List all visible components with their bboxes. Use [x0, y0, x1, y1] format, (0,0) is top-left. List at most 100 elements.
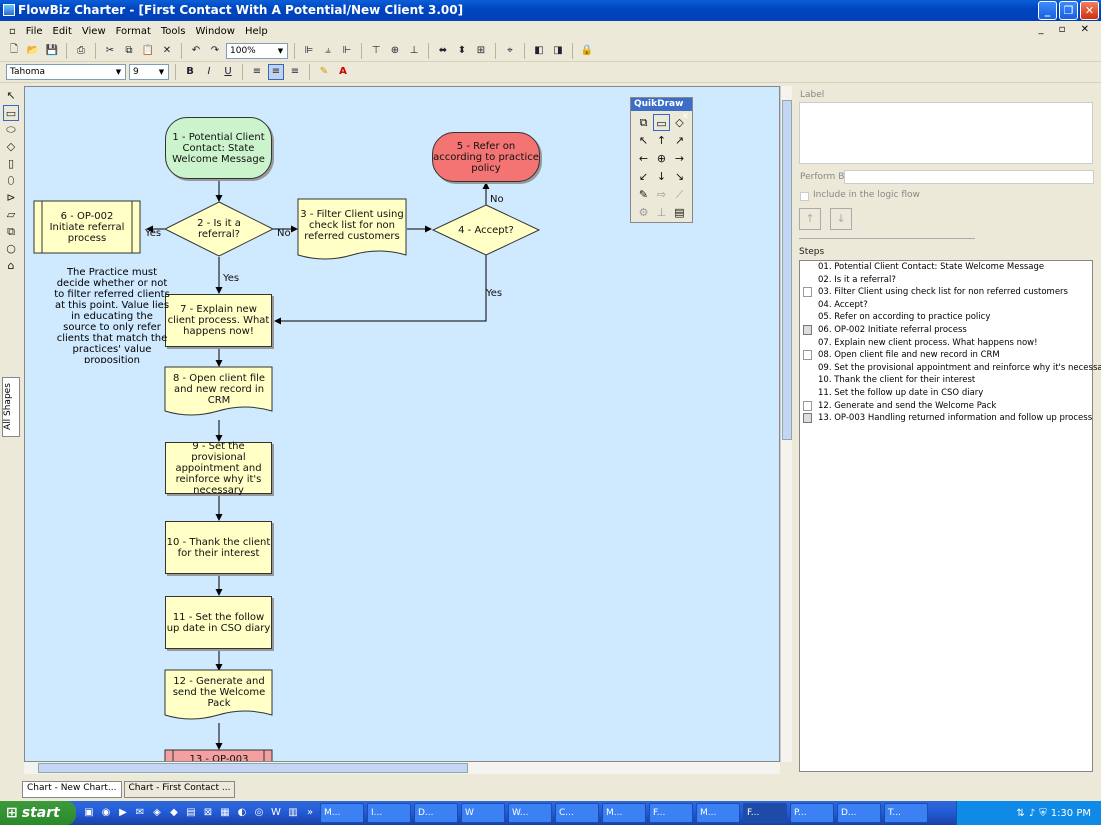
task-button[interactable]: T...	[884, 803, 928, 823]
redo-icon[interactable]: ↷	[207, 43, 223, 59]
zoom-select[interactable]: 100% ▼	[226, 42, 288, 59]
menu-tools[interactable]: Tools	[156, 26, 191, 37]
italic-icon[interactable]: I	[201, 64, 217, 80]
vertical-scroll-thumb[interactable]	[782, 100, 792, 440]
node-11-process[interactable]: 11 - Set the follow up date in CSO diary	[165, 596, 272, 649]
undo-icon[interactable]: ↶	[188, 43, 204, 59]
perform-by-field[interactable]	[844, 170, 1094, 184]
qd-arrow-sw-icon[interactable]: ↙	[635, 168, 652, 185]
step-item[interactable]: 09. Set the provisional appointment and …	[800, 362, 1101, 375]
bring-front-icon[interactable]: ◧	[531, 43, 547, 59]
ql-app7-icon[interactable]: ▥	[286, 806, 300, 820]
task-button[interactable]: M...	[602, 803, 646, 823]
vertical-scrollbar[interactable]	[780, 86, 792, 762]
same-height-icon[interactable]: ⬍	[454, 43, 470, 59]
save-icon[interactable]: 💾	[44, 43, 60, 59]
pointer-icon[interactable]: ↖	[3, 88, 19, 104]
task-button[interactable]: P...	[790, 803, 834, 823]
ql-expand-icon[interactable]: »	[303, 806, 317, 820]
all-shapes-tab[interactable]: All Shapes	[2, 377, 20, 437]
lock-icon[interactable]: 🔒	[579, 43, 595, 59]
task-button[interactable]: C...	[555, 803, 599, 823]
ql-app-icon[interactable]: ◈	[150, 806, 164, 820]
rectangle-shape-icon[interactable]: ▯	[3, 156, 19, 172]
task-button[interactable]: W	[461, 803, 505, 823]
ql-desktop-icon[interactable]: ▣	[82, 806, 96, 820]
align-middle-icon[interactable]: ⊕	[387, 43, 403, 59]
node-1-start[interactable]: 1 - Potential Client Contact: State Welc…	[165, 117, 272, 179]
menu-help[interactable]: Help	[240, 26, 273, 37]
tab-first-contact[interactable]: Chart - First Contact ...	[123, 781, 236, 798]
rounded-shape-icon[interactable]: ⬯	[3, 173, 19, 189]
ql-app3-icon[interactable]: ▤	[184, 806, 198, 820]
step-item[interactable]: 07. Explain new client process. What hap…	[800, 337, 1092, 350]
offpage-shape-icon[interactable]: ⌂	[3, 258, 19, 274]
include-checkbox[interactable]	[800, 192, 809, 201]
ql-browser-icon[interactable]: ◉	[99, 806, 113, 820]
minimize-button[interactable]: _	[1038, 1, 1057, 20]
node-8-document[interactable]: 8 - Open client file and new record in C…	[167, 372, 271, 406]
ql-app4-icon[interactable]: ▦	[218, 806, 232, 820]
node-9-process[interactable]: 9 - Set the provisional appointment and …	[165, 441, 272, 496]
step-item[interactable]: 10. Thank the client for their interest	[800, 374, 1092, 387]
qd-edit-icon[interactable]: ✎	[635, 186, 652, 203]
task-button[interactable]: F...	[649, 803, 693, 823]
horizontal-scrollbar[interactable]	[24, 762, 780, 774]
cut-icon[interactable]: ✂	[102, 43, 118, 59]
volume-icon[interactable]: ♪	[1029, 808, 1035, 819]
task-button[interactable]: M...	[320, 803, 364, 823]
ql-word-icon[interactable]: W	[269, 806, 283, 820]
move-down-button[interactable]: ↓	[830, 208, 852, 230]
multi-doc-shape-icon[interactable]: ⧉	[3, 224, 19, 240]
text-center-icon[interactable]: ≡	[268, 63, 284, 80]
qd-group-icon[interactable]: ⚙	[635, 204, 652, 221]
node-5-end[interactable]: 5 - Refer on according to practice polic…	[432, 132, 540, 182]
paste-icon[interactable]: 📋	[140, 43, 156, 59]
copy-icon[interactable]: ⧉	[121, 43, 137, 59]
open-icon[interactable]: 📂	[25, 43, 41, 59]
task-button[interactable]: I...	[367, 803, 411, 823]
decision-shape-icon[interactable]: ◇	[3, 139, 19, 155]
node-7-process[interactable]: 7 - Explain new client process. What hap…	[165, 294, 272, 347]
snap-icon[interactable]: ⌖	[502, 43, 518, 59]
qd-split-icon[interactable]: ⟋	[671, 186, 688, 203]
task-button[interactable]: W...	[508, 803, 552, 823]
task-button[interactable]: D...	[414, 803, 458, 823]
task-button[interactable]: M...	[696, 803, 740, 823]
qd-arrow-nw-icon[interactable]: ↖	[635, 132, 652, 149]
annotation-note[interactable]: The Practice must decide whether or not …	[53, 267, 171, 363]
ql-app2-icon[interactable]: ◆	[167, 806, 181, 820]
menu-window[interactable]: Window	[191, 26, 240, 37]
same-width-icon[interactable]: ⬌	[435, 43, 451, 59]
align-center-icon[interactable]: ⫨	[320, 43, 336, 59]
qd-arrow-e-icon[interactable]: →	[671, 150, 688, 167]
ql-excel-icon[interactable]: ⊠	[201, 806, 215, 820]
step-item[interactable]: 06. OP-002 Initiate referral process	[800, 324, 1092, 337]
restore-button[interactable]: ❐	[1059, 1, 1078, 20]
connector-shape-icon[interactable]: ○	[3, 241, 19, 257]
step-item[interactable]: 11. Set the follow up date in CSO diary	[800, 387, 1092, 400]
horizontal-scroll-thumb[interactable]	[38, 763, 468, 773]
menu-format[interactable]: Format	[111, 26, 156, 37]
print-icon[interactable]: ⎙	[73, 43, 89, 59]
qd-arrow-se-icon[interactable]: ↘	[671, 168, 688, 185]
menu-view[interactable]: View	[77, 26, 111, 37]
step-item[interactable]: 04. Accept?	[800, 299, 1092, 312]
delete-icon[interactable]: ✕	[159, 43, 175, 59]
qd-multi-shape-icon[interactable]: ⧉	[635, 114, 652, 131]
ql-app5-icon[interactable]: ◐	[235, 806, 249, 820]
node-12-document[interactable]: 12 - Generate and send the Welcome Pack	[167, 675, 271, 709]
label-textarea[interactable]	[799, 102, 1093, 164]
qd-arrow-w-icon[interactable]: ←	[635, 150, 652, 167]
step-item[interactable]: 03. Filter Client using check list for n…	[800, 286, 1092, 299]
underline-icon[interactable]: U	[220, 64, 236, 80]
qd-arrow-n-icon[interactable]: ↑	[653, 132, 670, 149]
same-size-icon[interactable]: ⊞	[473, 43, 489, 59]
ql-media-icon[interactable]: ▶	[116, 806, 130, 820]
qd-properties-icon[interactable]: ▤	[671, 204, 688, 221]
terminator-shape-icon[interactable]: ⬭	[3, 122, 19, 138]
qd-arrow-ne-icon[interactable]: ↗	[671, 132, 688, 149]
step-item[interactable]: 05. Refer on according to practice polic…	[800, 311, 1092, 324]
qd-rect-shape-icon[interactable]: ▭	[653, 114, 670, 131]
qd-link-icon[interactable]: ⇨	[653, 186, 670, 203]
